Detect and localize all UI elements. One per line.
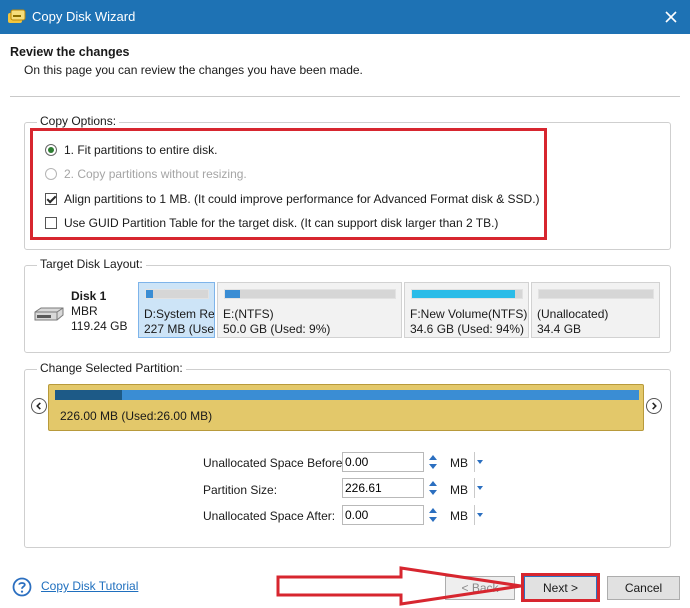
- partition-name: F:New Volume(NTFS): [410, 307, 528, 321]
- partition-block[interactable]: F:New Volume(NTFS) 34.6 GB (Used: 94%): [404, 282, 529, 338]
- unallocated-before-input[interactable]: [342, 452, 424, 472]
- partition-size-spinner-icon[interactable]: [426, 478, 440, 498]
- wizard-header: Review the changes On this page you can …: [0, 34, 690, 92]
- disk-info[interactable]: Disk 1 MBR 119.24 GB: [31, 282, 137, 338]
- partition-size-unit-dropdown-icon[interactable]: [474, 478, 485, 498]
- partition-name: D:System Res: [144, 307, 215, 321]
- header-divider: [10, 96, 680, 97]
- help-icon[interactable]: [12, 577, 32, 597]
- copy-disk-wizard-icon: [8, 9, 26, 23]
- partition-info: 227 MB (Used: [144, 322, 215, 336]
- partition-info: 34.4 GB: [537, 322, 582, 336]
- unallocated-before-unit: MB: [450, 456, 468, 470]
- selected-partition-used-fill: [55, 390, 123, 400]
- partition-usage-bar: [411, 289, 523, 299]
- unallocated-after-input[interactable]: [342, 505, 424, 525]
- unallocated-after-spinner-icon[interactable]: [426, 505, 440, 525]
- annotation-arrow-icon: [276, 566, 522, 606]
- unallocated-before-spinner-icon[interactable]: [426, 452, 440, 472]
- partition-block[interactable]: (Unallocated) 34.4 GB: [531, 282, 660, 338]
- partition-name: (Unallocated): [537, 307, 609, 321]
- disk-size: 119.24 GB: [71, 319, 128, 333]
- annotation-highlight-box: [30, 128, 547, 240]
- unallocated-after-unit: MB: [450, 509, 468, 523]
- selected-partition-size-label: 226.00 MB (Used:26.00 MB): [60, 409, 213, 423]
- page-subtitle: On this page you can review the changes …: [24, 63, 363, 77]
- cancel-button[interactable]: Cancel: [607, 576, 680, 600]
- unallocated-after-unit-dropdown-icon[interactable]: [474, 505, 485, 525]
- partition-info: 34.6 GB (Used: 94%): [410, 322, 525, 336]
- next-button[interactable]: Next >: [524, 576, 597, 600]
- copy-disk-tutorial-link[interactable]: Copy Disk Tutorial: [41, 579, 138, 593]
- disk-name: Disk 1: [71, 289, 107, 303]
- partition-info: 50.0 GB (Used: 9%): [223, 322, 331, 336]
- partition-size-label: Partition Size:: [203, 483, 278, 497]
- partition-block[interactable]: D:System Res 227 MB (Used: [138, 282, 215, 338]
- target-disk-layout-legend: Target Disk Layout:: [37, 257, 146, 271]
- unallocated-before-unit-dropdown-icon[interactable]: [474, 452, 485, 472]
- partition-size-input[interactable]: [342, 478, 424, 498]
- partition-name: E:(NTFS): [223, 307, 274, 321]
- change-selected-partition-legend: Change Selected Partition:: [37, 361, 186, 375]
- partition-block[interactable]: E:(NTFS) 50.0 GB (Used: 9%): [217, 282, 402, 338]
- disk-type: MBR: [71, 304, 98, 318]
- chevron-left-icon[interactable]: [31, 398, 47, 414]
- unallocated-after-label: Unallocated Space After:: [203, 509, 336, 523]
- selected-partition-bar[interactable]: 226.00 MB (Used:26.00 MB): [48, 384, 644, 431]
- copy-options-legend: Copy Options:: [37, 114, 120, 128]
- partition-usage-bar: [145, 289, 209, 299]
- close-icon[interactable]: [658, 4, 684, 30]
- selected-partition-usage-track: [55, 390, 639, 400]
- partition-usage-bar: [538, 289, 654, 299]
- hard-drive-icon: [34, 307, 64, 321]
- chevron-right-icon[interactable]: [646, 398, 662, 414]
- page-title: Review the changes: [10, 45, 130, 59]
- unallocated-before-label: Unallocated Space Before:: [203, 456, 346, 470]
- title-bar: Copy Disk Wizard: [0, 0, 690, 34]
- partition-size-unit: MB: [450, 483, 468, 497]
- partition-usage-bar: [224, 289, 396, 299]
- window-title: Copy Disk Wizard: [32, 9, 136, 24]
